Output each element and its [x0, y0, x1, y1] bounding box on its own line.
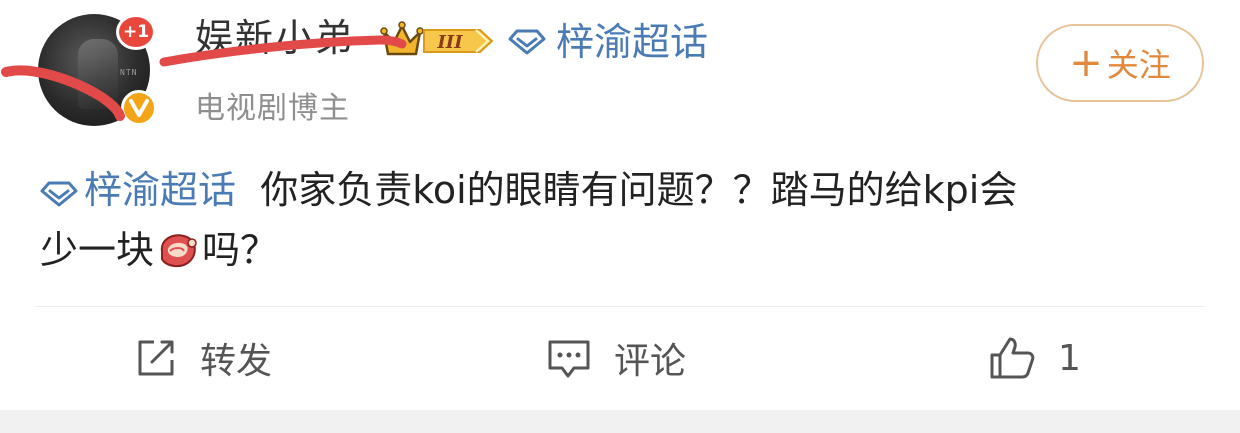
- body-topic-link[interactable]: 梓渝超话: [40, 168, 236, 212]
- divider: [36, 306, 1204, 307]
- weibo-post: NTN +1 娱新小弟 III 梓渝超话 电视剧博主 + 关注 梓渝超话 你家负…: [0, 0, 1240, 410]
- crown-icon: [380, 21, 424, 56]
- bottom-separator: [0, 410, 1240, 433]
- follow-label: 关注: [1106, 46, 1171, 84]
- header-topic-label: 梓渝超话: [556, 20, 709, 64]
- plus-icon: +: [1069, 40, 1103, 86]
- comment-button[interactable]: 评论: [546, 328, 686, 388]
- thumbs-up-icon: [990, 337, 1035, 379]
- author-name[interactable]: 娱新小弟: [195, 12, 355, 64]
- comment-icon: [548, 340, 590, 378]
- post-text-line2-before: 少一块: [40, 228, 155, 272]
- post-text-line2-after: 吗？: [202, 228, 279, 272]
- post-text-line1: 你家负责koi的眼睛有问题？？踏马的给kpi会: [260, 168, 1018, 212]
- body-topic-label: 梓渝超话: [84, 168, 237, 212]
- repost-button[interactable]: 转发: [134, 328, 272, 388]
- like-button[interactable]: 1: [988, 328, 1081, 388]
- svg-text:III: III: [436, 32, 463, 53]
- header-topic-link[interactable]: 梓渝超话: [508, 16, 708, 68]
- author-subtitle: 电视剧博主: [195, 91, 350, 126]
- post-body: 梓渝超话 你家负责koi的眼睛有问题？？踏马的给kpi会 少一块 吗？: [40, 160, 1200, 288]
- repost-label: 转发: [200, 341, 273, 382]
- diamond-topic-icon: [40, 181, 78, 207]
- avatar-figure: [78, 39, 118, 109]
- steak-emoji-icon: [156, 228, 200, 288]
- notification-badge: +1: [116, 14, 156, 50]
- diamond-topic-icon: [508, 29, 546, 55]
- verified-v-icon: [121, 90, 157, 126]
- comment-label: 评论: [614, 341, 687, 382]
- like-count: 1: [1058, 337, 1081, 379]
- crown-level-badge[interactable]: III: [380, 20, 496, 66]
- avatar-shirt-text: NTN: [120, 68, 138, 77]
- follow-button[interactable]: + 关注: [1036, 24, 1204, 102]
- repost-icon: [138, 340, 174, 376]
